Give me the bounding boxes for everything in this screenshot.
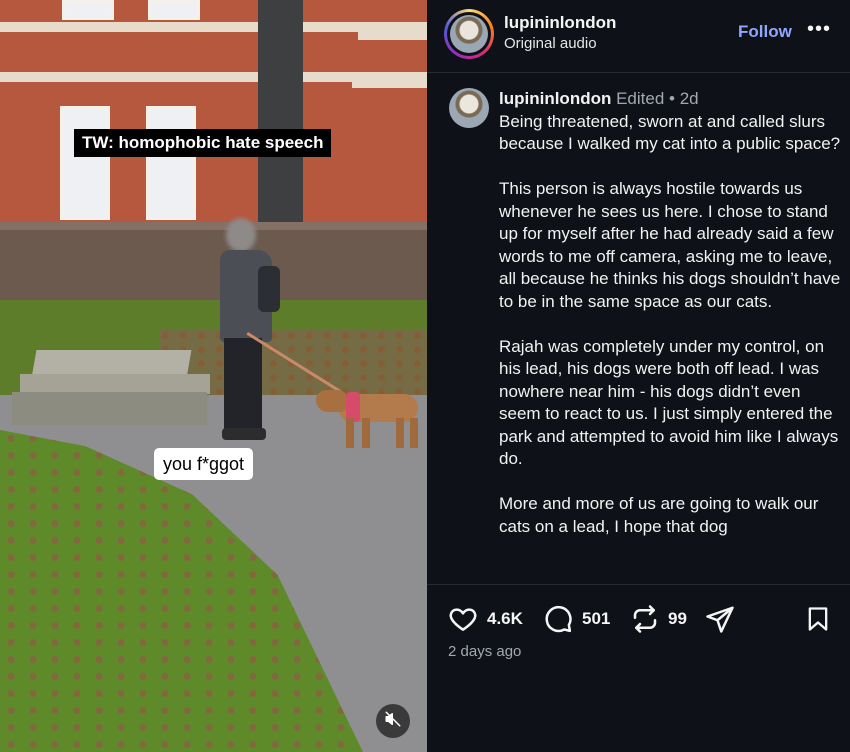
- mute-button[interactable]: [376, 704, 410, 738]
- comment-button[interactable]: 501: [542, 604, 610, 634]
- comment-icon: [542, 604, 574, 634]
- header-username[interactable]: lupininlondon: [504, 13, 616, 33]
- post-panel: lupininlondon Original audio Follow ••• …: [427, 0, 850, 752]
- blurred-man: [218, 218, 283, 446]
- bookmark-icon: [804, 604, 832, 634]
- caption-paragraph: Being threatened, sworn at and called sl…: [499, 111, 841, 154]
- more-options-icon[interactable]: •••: [807, 18, 831, 41]
- caption-meta: Edited • 2d: [616, 89, 699, 108]
- repost-button[interactable]: 99: [630, 604, 687, 634]
- caption-avatar[interactable]: [449, 88, 489, 128]
- repost-count: 99: [668, 609, 687, 628]
- video-caption: you f*ggot: [154, 448, 254, 480]
- avatar[interactable]: [444, 9, 494, 59]
- speaker-muted-icon: [384, 710, 402, 733]
- send-icon: [705, 604, 735, 634]
- heart-icon: [447, 604, 479, 634]
- follow-button[interactable]: Follow: [738, 22, 792, 42]
- post-header: lupininlondon Original audio Follow •••: [427, 0, 850, 73]
- save-button[interactable]: [804, 604, 832, 634]
- comment-count: 501: [582, 609, 611, 628]
- like-button[interactable]: 4.6K: [447, 604, 523, 634]
- caption-paragraph: This person is always hostile towards us…: [499, 179, 841, 311]
- audio-link[interactable]: Original audio: [504, 35, 597, 52]
- caption-paragraph: Rajah was completely under my control, o…: [499, 336, 839, 469]
- stone-slab: [12, 350, 210, 425]
- brick-building: [0, 0, 427, 222]
- caption-paragraph: More and more of us are going to walk ou…: [499, 494, 819, 536]
- post-time: 2 days ago: [448, 643, 522, 660]
- like-count: 4.6K: [487, 609, 523, 628]
- brick-wall: [0, 222, 427, 304]
- action-bar: 4.6K 501 99: [427, 600, 850, 640]
- dog: [316, 386, 426, 452]
- repost-icon: [630, 604, 660, 634]
- reel-video[interactable]: TW: homophobic hate speech you f*ggot: [0, 0, 427, 752]
- share-button[interactable]: [705, 604, 735, 634]
- post-caption: lupininlondon Edited • 2d Being threaten…: [499, 88, 844, 584]
- caption-username[interactable]: lupininlondon: [499, 89, 611, 108]
- trigger-warning-label: TW: homophobic hate speech: [74, 129, 332, 157]
- divider: [427, 584, 850, 589]
